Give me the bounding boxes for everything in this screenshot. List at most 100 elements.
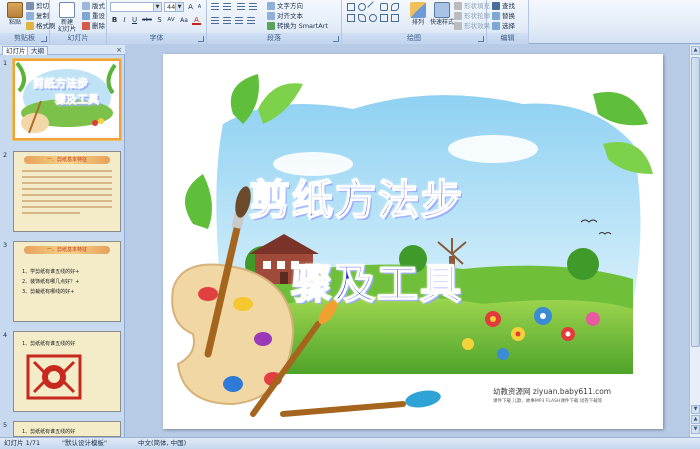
new-slide-button[interactable]: 新建 幻灯片 (53, 2, 81, 33)
language-indicator[interactable]: 中文(简体, 中国) (138, 438, 186, 449)
curve-shape-icon[interactable] (358, 14, 366, 22)
scrollbar-thumb[interactable] (691, 57, 700, 347)
outdent-icon (237, 3, 245, 11)
slide-canvas[interactable]: 剪纸方法步 骤及工具 幼教资源网 ziyuan.baby611.com 课件下载… (163, 54, 663, 429)
smartart-icon (267, 22, 275, 30)
arrange-icon (410, 2, 426, 18)
align-left-button[interactable] (211, 16, 221, 26)
status-bar: 幻灯片 1/71 "默认设计模板" 中文(简体, 中国) (0, 437, 700, 449)
shape-fill-button[interactable]: 形状填充 (454, 1, 490, 11)
editing-group: 查找 替换 选择 编辑 (487, 0, 529, 44)
justify-button[interactable] (247, 16, 257, 26)
slide-number: 1 (3, 59, 8, 67)
next-slide-icon[interactable]: ▼ (691, 425, 700, 434)
font-color-button[interactable]: A (192, 16, 201, 25)
smiley-shape-icon[interactable] (369, 14, 377, 22)
spacing-button[interactable]: AV (165, 16, 177, 25)
paragraph-group: 文字方向 对齐文本 转换为 SmartArt 段落 (207, 0, 342, 44)
layout-button[interactable]: 版式 (82, 1, 105, 11)
bold-button[interactable]: B (110, 16, 119, 25)
reset-button[interactable]: 重设 (82, 11, 105, 21)
rounded-rect-shape-icon[interactable] (380, 3, 388, 11)
underline-button[interactable]: U (130, 16, 139, 25)
thumb-heading: 一、剪纸基本特征 (24, 246, 110, 254)
find-button[interactable]: 查找 (492, 1, 515, 11)
paragraph-launcher[interactable] (333, 36, 339, 42)
prev-slide-icon[interactable]: ▲ (691, 415, 700, 424)
slides-panel: 幻灯片 大纲 × 1 剪纸方法步 骤及工具 2 一、剪纸基本特征 3 一、剪纸基… (0, 45, 125, 437)
vertical-scrollbar[interactable]: ▲ ▼ ▲ ▼ (689, 45, 700, 437)
slide-artwork (171, 74, 653, 417)
font-name-select[interactable]: ▼ (110, 2, 162, 12)
slide-number: 5 (3, 421, 8, 429)
bullets-button[interactable] (211, 2, 221, 12)
strikethrough-button[interactable]: abc (140, 16, 154, 25)
font-group: ▼ 44 ▼ A A B I U abc S AV Aa A 字体 (107, 0, 207, 44)
select-button[interactable]: 选择 (492, 21, 515, 31)
drawing-launcher[interactable] (478, 36, 484, 42)
font-launcher[interactable] (198, 36, 204, 42)
delete-icon (82, 22, 90, 30)
tab-outline[interactable]: 大纲 (27, 46, 48, 55)
shadow-button[interactable]: S (155, 16, 164, 25)
align-right-button[interactable] (235, 16, 245, 26)
grow-font-button[interactable]: A (186, 3, 195, 12)
decrease-indent-button[interactable] (237, 2, 247, 12)
paste-button[interactable]: 粘贴 (2, 2, 28, 32)
align-left-icon (211, 17, 219, 25)
align-text-button[interactable]: 对齐文本 (267, 11, 303, 21)
quick-styles-button[interactable]: 快速样式 (430, 2, 454, 32)
drawing-label: 绘图 (342, 33, 486, 44)
copy-button[interactable]: 复制 (26, 11, 49, 21)
scroll-up-icon[interactable]: ▲ (691, 46, 700, 55)
close-icon[interactable]: × (116, 46, 122, 54)
rectangle-shape-icon[interactable] (347, 3, 355, 11)
slide-thumbnail-3[interactable]: 一、剪纸基本特征 1、学剪纸有谁五线的好+ 2、装饰纸有哪几点好？+ 3、剪裁纸… (13, 241, 121, 322)
thumb-item: 1、剪纸纸有谁五线的好 (22, 429, 76, 435)
align-center-button[interactable] (223, 16, 233, 26)
slide-number: 3 (3, 241, 8, 249)
slide-thumbnail-1[interactable]: 剪纸方法步 骤及工具 (13, 59, 121, 140)
text-direction-button[interactable]: 文字方向 (267, 1, 303, 11)
font-size-select[interactable]: 44 ▼ (164, 2, 184, 12)
replace-button[interactable]: 替换 (492, 11, 515, 21)
increase-indent-button[interactable] (249, 2, 259, 12)
scroll-down-icon[interactable]: ▼ (691, 405, 700, 414)
papercut-image (26, 354, 82, 400)
text-direction-icon (267, 2, 275, 10)
ribbon: 粘贴 剪切 复制 格式刷 剪贴板 新建 幻灯片 版式 重设 删除 幻灯片 ▼ 4… (0, 0, 700, 44)
slide-thumbnail-4[interactable]: 1、剪纸纸有谁五线的好 (13, 331, 121, 412)
smartart-button[interactable]: 转换为 SmartArt (267, 21, 328, 31)
delete-button[interactable]: 删除 (82, 21, 105, 31)
brace-shape-icon[interactable] (380, 14, 388, 22)
slide-title-line2[interactable]: 骤及工具 (290, 250, 463, 310)
clipboard-launcher[interactable] (41, 36, 47, 42)
chevron-down-icon: ▼ (153, 3, 161, 11)
slides-label: 幻灯片 (50, 33, 106, 44)
shrink-font-button[interactable]: A (195, 3, 204, 12)
clipboard-icon (7, 2, 23, 18)
slide-thumbnail-5[interactable]: 1、剪纸纸有谁五线的好 (13, 421, 121, 437)
line-shape-icon[interactable] (367, 1, 379, 13)
paragraph-label: 段落 (207, 33, 341, 44)
slide-title-line1[interactable]: 剪纸方法步 (248, 166, 464, 226)
arc-shape-icon[interactable] (391, 3, 399, 11)
thumb-title-line1: 剪纸方法步 (33, 77, 89, 91)
cursor-icon (492, 22, 500, 30)
shape-effects-button[interactable]: 形状效果 (454, 21, 490, 31)
textbox-shape-icon[interactable] (347, 14, 355, 22)
paint-bucket-icon (454, 2, 462, 10)
numbering-button[interactable] (223, 2, 233, 12)
star-shape-icon[interactable] (391, 14, 399, 22)
oval-shape-icon[interactable] (358, 3, 366, 11)
pen-icon (454, 12, 462, 20)
tab-slides[interactable]: 幻灯片 (2, 46, 30, 55)
arrange-button[interactable]: 排列 (406, 2, 430, 32)
italic-button[interactable]: I (120, 16, 129, 25)
slide-thumbnail-2[interactable]: 一、剪纸基本特征 (13, 151, 121, 232)
change-case-button[interactable]: Aa (178, 16, 190, 25)
cut-button[interactable]: 剪切 (26, 1, 49, 11)
shape-outline-button[interactable]: 形状轮廓 (454, 11, 490, 21)
paintbrush-icon (280, 390, 441, 417)
justify-icon (247, 17, 255, 25)
